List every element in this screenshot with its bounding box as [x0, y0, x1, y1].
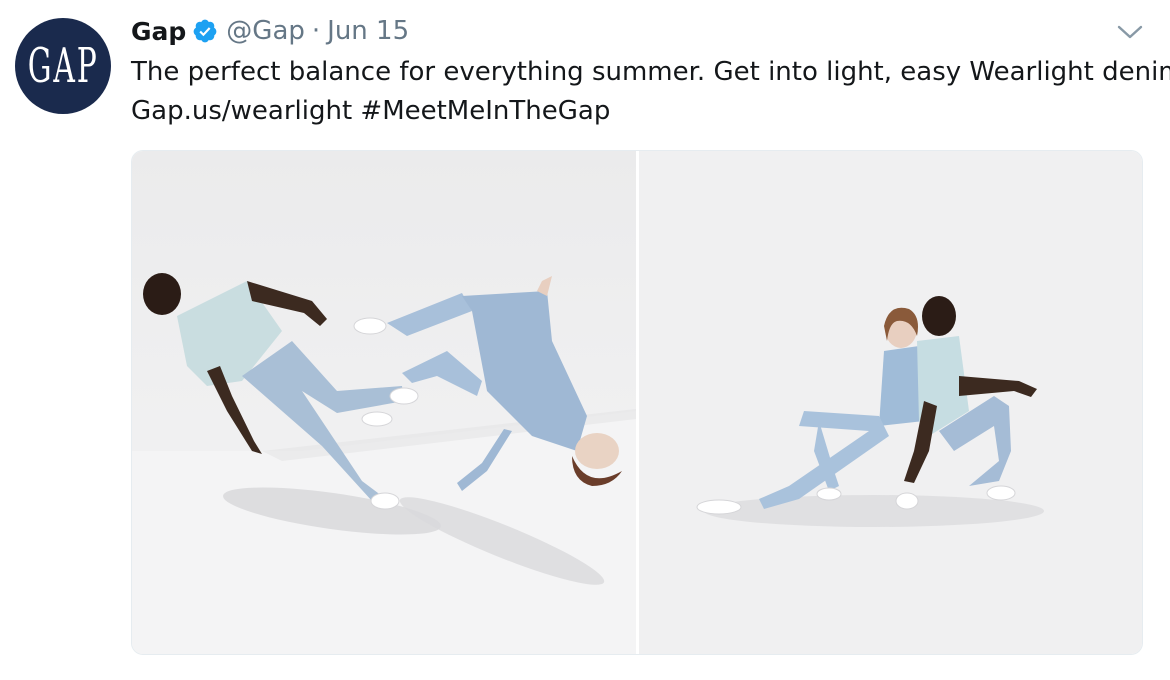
tweet-date[interactable]: Jun 15	[327, 16, 409, 46]
hashtag[interactable]: #MeetMeInTheGap	[360, 96, 610, 126]
tweet-card: GAP Gap @Gap · Jun 15 The perfect balanc…	[0, 0, 1170, 680]
chevron-down-icon[interactable]	[1116, 22, 1144, 42]
photo-right-illustration	[696, 296, 1044, 527]
media-grid	[131, 150, 1143, 655]
tweet-text-line: The perfect balance for everything summe…	[131, 57, 1170, 87]
handle[interactable]: @Gap	[226, 16, 305, 46]
avatar[interactable]: GAP	[15, 18, 111, 114]
photo-right[interactable]	[638, 151, 1142, 654]
separator-dot: ·	[311, 16, 321, 46]
tweet-header: Gap @Gap · Jun 15	[131, 14, 409, 48]
photo-left-illustration	[132, 273, 636, 654]
tweet-text: The perfect balance for everything summe…	[131, 53, 1170, 131]
gap-logo: GAP	[27, 38, 99, 94]
display-name[interactable]: Gap	[131, 17, 186, 46]
tweet-text-line: Gap.us/wearlight #MeetMeInTheGap	[131, 92, 1161, 131]
photo-left[interactable]	[132, 151, 636, 654]
tweet-link[interactable]: Gap.us/wearlight	[131, 96, 352, 126]
verified-badge-icon	[192, 18, 218, 44]
